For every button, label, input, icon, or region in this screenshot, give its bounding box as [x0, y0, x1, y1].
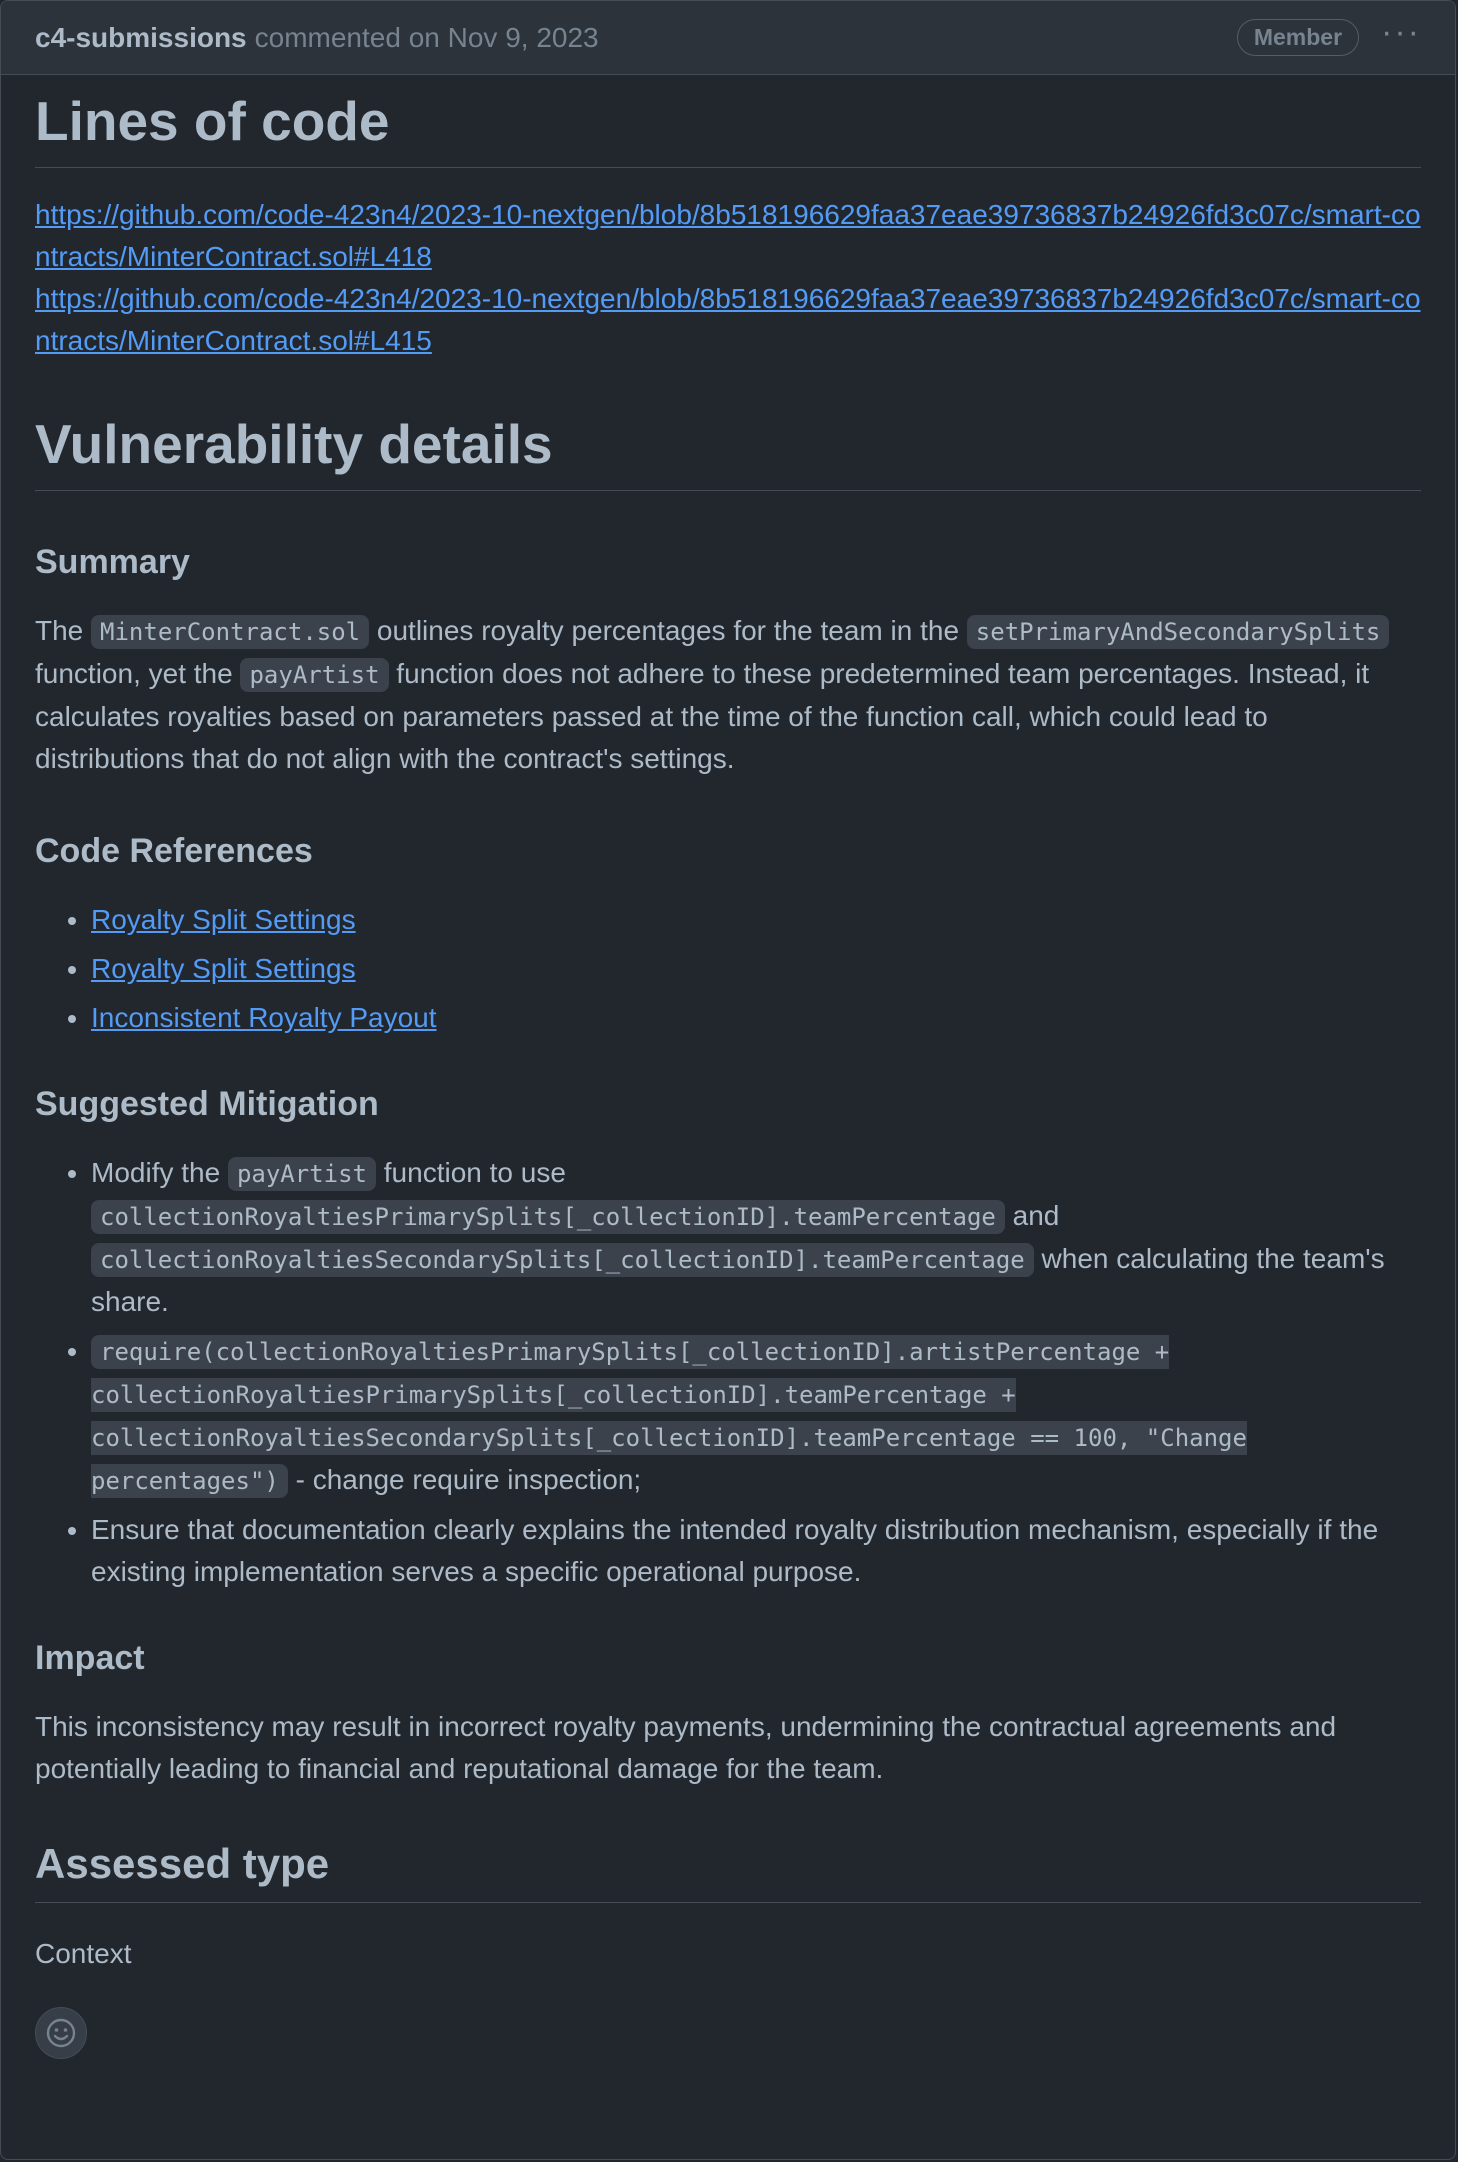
heading-code-references: Code References	[35, 832, 313, 870]
heading-lines-of-code: Lines of code	[35, 89, 1421, 168]
list-item: Inconsistent Royalty Payout	[91, 997, 1421, 1039]
heading-vulnerability-details: Vulnerability details	[35, 412, 1421, 491]
inline-code: collectionRoyaltiesSecondarySplits[_coll…	[91, 1243, 1034, 1277]
heading-suggested-mitigation: Suggested Mitigation	[35, 1085, 379, 1123]
comment-header: c4-submissions commented on Nov 9, 2023 …	[1, 1, 1455, 75]
list-item: require(collectionRoyaltiesPrimarySplits…	[91, 1330, 1421, 1502]
list-item: Royalty Split Settings	[91, 899, 1421, 941]
kebab-horizontal-icon[interactable]: ···	[1381, 15, 1421, 49]
inconsistent-royalty-payout-link[interactable]: Inconsistent Royalty Payout	[91, 1002, 437, 1033]
member-badge: Member	[1236, 19, 1360, 56]
inline-code: require(collectionRoyaltiesPrimarySplits…	[91, 1335, 1247, 1498]
heading-summary: Summary	[35, 543, 190, 581]
comment-card: c4-submissions commented on Nov 9, 2023 …	[0, 0, 1456, 2160]
code-references-list: Royalty Split Settings Royalty Split Set…	[35, 899, 1421, 1039]
inline-code: setPrimaryAndSecondarySplits	[966, 615, 1390, 649]
inline-code: MinterContract.sol	[91, 615, 370, 649]
summary-paragraph: The MinterContract.sol outlines royalty …	[35, 610, 1421, 780]
comment-body: Lines of code https://github.com/code-42…	[1, 89, 1455, 2059]
heading-impact: Impact	[35, 1639, 145, 1677]
list-item: Modify the payArtist function to use col…	[91, 1152, 1421, 1323]
code-link-l415[interactable]: https://github.com/code-423n4/2023-10-ne…	[35, 278, 1421, 362]
assessed-type-value: Context	[35, 1938, 132, 1969]
smiley-icon[interactable]	[35, 2007, 87, 2059]
impact-paragraph: This inconsistency may result in incorre…	[35, 1711, 1337, 1784]
heading-assessed-type: Assessed type	[35, 1840, 1421, 1903]
royalty-split-settings-link-2[interactable]: Royalty Split Settings	[91, 953, 356, 984]
list-item: Royalty Split Settings	[91, 948, 1421, 990]
list-item: Ensure that documentation clearly explai…	[91, 1509, 1421, 1593]
inline-code: payArtist	[227, 1157, 376, 1191]
code-link-l418[interactable]: https://github.com/code-423n4/2023-10-ne…	[35, 194, 1421, 278]
reactions-bar	[35, 2007, 1421, 2059]
royalty-split-settings-link[interactable]: Royalty Split Settings	[91, 904, 356, 935]
inline-code: collectionRoyaltiesPrimarySplits[_collec…	[91, 1200, 1005, 1234]
author-link[interactable]: c4-submissions	[35, 22, 247, 54]
comment-timestamp[interactable]: commented on Nov 9, 2023	[255, 22, 599, 54]
inline-code: payArtist	[240, 658, 389, 692]
mitigation-list: Modify the payArtist function to use col…	[35, 1152, 1421, 1593]
code-links: https://github.com/code-423n4/2023-10-ne…	[35, 194, 1421, 362]
